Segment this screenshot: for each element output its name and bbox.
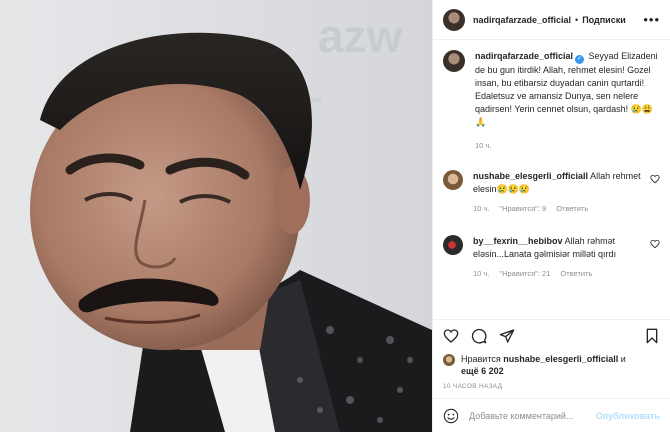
- emoji-smiley-icon[interactable]: [443, 408, 459, 424]
- liker-avatar[interactable]: [443, 354, 455, 366]
- verified-badge-icon: ✓: [575, 55, 585, 64]
- caption: nadirqafarzade_official ✓ Seyyad Elizaden…: [443, 50, 660, 150]
- post-photo[interactable]: azw ~: [0, 0, 432, 432]
- add-comment-bar: Опубликовать: [433, 398, 670, 432]
- comment-text-block: by__fexrin__hebibov Allah rəhmət eləsin.…: [473, 235, 646, 261]
- bookmark-icon[interactable]: [644, 328, 660, 344]
- likes-summary: Нравится nushabe_elesgerli_officiall и е…: [433, 351, 670, 377]
- comment-input[interactable]: [469, 410, 596, 421]
- likes-prefix: Нравится: [461, 354, 501, 364]
- commenter-avatar[interactable]: [443, 170, 463, 190]
- svg-text:azw: azw: [318, 10, 403, 62]
- caption-text: Seyyad Elizadeni de bu gun itirdik! Alla…: [475, 51, 658, 127]
- share-send-icon[interactable]: [499, 328, 515, 344]
- more-options-icon[interactable]: •••: [643, 12, 660, 27]
- commenter-avatar[interactable]: [443, 235, 463, 255]
- publish-button[interactable]: Опубликовать: [596, 411, 660, 421]
- likes-conjunction: и: [620, 354, 626, 364]
- caption-meta: 10 ч.: [475, 141, 660, 150]
- reply-button[interactable]: Ответить: [556, 204, 588, 213]
- post-timestamp[interactable]: 10 ЧАСОВ НАЗАД: [433, 377, 670, 398]
- caption-username[interactable]: nadirqafarzade_official: [475, 51, 573, 61]
- instagram-post: azw ~ nadirqafarzade_official • Подписки…: [0, 0, 670, 432]
- comment-time[interactable]: 10 ч.: [473, 204, 489, 213]
- caption-author-avatar[interactable]: [443, 50, 465, 72]
- post-side-panel: nadirqafarzade_official • Подписки ••• n…: [432, 0, 670, 432]
- comment-bubble-icon[interactable]: [471, 328, 487, 344]
- separator-dot: •: [575, 14, 579, 25]
- like-heart-icon[interactable]: [443, 328, 459, 344]
- caption-time[interactable]: 10 ч.: [475, 141, 491, 150]
- author-avatar[interactable]: [443, 8, 465, 31]
- likes-text: Нравится nushabe_elesgerli_officiall и е…: [461, 353, 626, 377]
- comment-text-block: nushabe_elesgerli_officiall Allah rehmet…: [473, 170, 646, 196]
- comment-username[interactable]: by__fexrin__hebibov: [473, 236, 563, 246]
- likes-count[interactable]: ещё 6 202: [461, 366, 504, 376]
- like-comment-heart-icon[interactable]: [650, 174, 660, 184]
- like-comment-heart-icon[interactable]: [650, 239, 660, 249]
- comment-item: nushabe_elesgerli_officiall Allah rehmet…: [443, 170, 660, 213]
- comment-meta: 10 ч. "Нравится": 9 Ответить: [473, 204, 646, 213]
- author-username[interactable]: nadirqafarzade_official: [473, 15, 571, 25]
- post-header: nadirqafarzade_official • Подписки •••: [433, 0, 670, 40]
- comment-username[interactable]: nushabe_elesgerli_officiall: [473, 171, 588, 181]
- comment-time[interactable]: 10 ч.: [473, 269, 489, 278]
- caption-text-block: nadirqafarzade_official ✓ Seyyad Elizaden…: [475, 50, 660, 129]
- comments-section: nadirqafarzade_official ✓ Seyyad Elizaden…: [433, 40, 670, 319]
- following-button[interactable]: Подписки: [582, 15, 626, 25]
- comment-item: by__fexrin__hebibov Allah rəhmət eləsin.…: [443, 235, 660, 278]
- post-actions-bar: [433, 319, 670, 351]
- comment-meta: 10 ч. "Нравится": 21 Ответить: [473, 269, 646, 278]
- comment-likes[interactable]: "Нравится": 21: [499, 269, 550, 278]
- liker-username[interactable]: nushabe_elesgerli_officiall: [503, 354, 618, 364]
- portrait-photo: azw ~: [0, 0, 432, 432]
- reply-button[interactable]: Ответить: [560, 269, 592, 278]
- comment-likes[interactable]: "Нравится": 9: [499, 204, 546, 213]
